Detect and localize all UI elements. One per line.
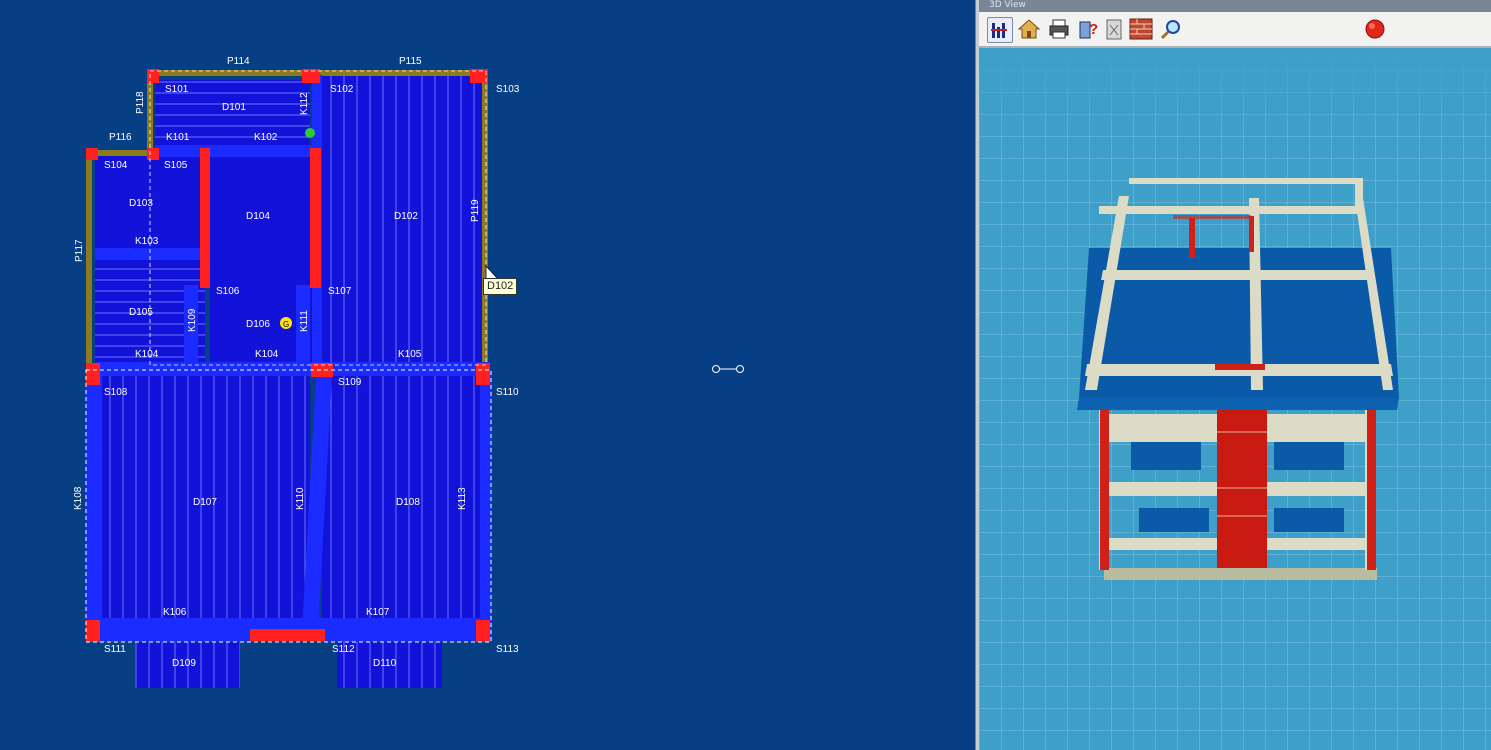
svg-text:S108: S108	[104, 387, 128, 398]
svg-text:K104: K104	[135, 349, 159, 360]
svg-text:K105: K105	[398, 349, 422, 360]
svg-text:S109: S109	[338, 377, 362, 388]
svg-text:G: G	[283, 320, 289, 329]
close-icon[interactable]	[1365, 19, 1385, 39]
home-icon[interactable]	[1017, 17, 1041, 41]
beam-k104[interactable]	[95, 362, 490, 376]
brick-wall-icon[interactable]	[1129, 17, 1153, 41]
svg-text:K106: K106	[163, 607, 187, 618]
svg-text:P119: P119	[470, 199, 481, 222]
svg-text:P116: P116	[109, 132, 132, 143]
green-marker-icon	[305, 128, 315, 138]
plan-view-icon[interactable]	[987, 17, 1013, 43]
column-s111[interactable]	[86, 620, 100, 642]
zoom-icon[interactable]	[1159, 17, 1183, 41]
column-s113[interactable]	[476, 620, 490, 642]
column-s108[interactable]	[86, 363, 100, 385]
svg-text:D101: D101	[222, 102, 246, 113]
svg-text:K103: K103	[135, 236, 159, 247]
checkbox-icon[interactable]	[1105, 17, 1123, 41]
svg-text:P117: P117	[74, 239, 85, 262]
svg-text:D110: D110	[373, 658, 397, 669]
svg-text:S104: S104	[104, 160, 128, 171]
floor-plan-drawing[interactable]: G P114 P115 P118 P116 P117 P119 K101 K10…	[0, 0, 975, 750]
svg-text:D105: D105	[129, 307, 153, 318]
column-s104[interactable]	[86, 148, 98, 160]
svg-text:S107: S107	[328, 286, 352, 297]
svg-text:S103: S103	[496, 84, 520, 95]
svg-text:S112: S112	[332, 644, 355, 655]
svg-text:S101: S101	[165, 84, 189, 95]
svg-text:K110: K110	[295, 487, 306, 510]
svg-text:S102: S102	[330, 84, 354, 95]
svg-text:P115: P115	[399, 56, 422, 67]
beam-k101[interactable]	[155, 145, 315, 157]
column-s107[interactable]	[310, 148, 321, 288]
svg-text:K111: K111	[299, 310, 310, 332]
beam-k113[interactable]	[480, 370, 492, 640]
svg-text:P118: P118	[135, 91, 146, 114]
column-s105[interactable]	[147, 148, 159, 160]
column-s112[interactable]	[250, 629, 325, 641]
printer-icon[interactable]	[1047, 17, 1071, 41]
svg-text:D102: D102	[394, 211, 418, 222]
svg-text:D106: D106	[246, 319, 270, 330]
slab-tooltip: D102	[483, 278, 518, 295]
svg-text:K104: K104	[255, 349, 279, 360]
svg-text:K112: K112	[299, 92, 310, 115]
svg-text:K101: K101	[166, 132, 190, 143]
wall-p117[interactable]	[86, 150, 92, 370]
svg-text:S111: S111	[104, 644, 126, 655]
svg-text:D108: D108	[396, 497, 420, 508]
svg-text:K102: K102	[254, 132, 278, 143]
wall-p118[interactable]	[147, 74, 153, 154]
3d-view-toolbar: ?	[979, 12, 1491, 48]
svg-text:K113: K113	[457, 487, 468, 510]
svg-text:D109: D109	[172, 658, 196, 669]
svg-text:D104: D104	[246, 211, 270, 222]
svg-text:D103: D103	[129, 198, 153, 209]
svg-text:?: ?	[1089, 21, 1098, 38]
column-s106[interactable]	[200, 148, 210, 288]
svg-text:P114: P114	[227, 56, 250, 67]
beam-k108[interactable]	[86, 370, 102, 640]
svg-text:S110: S110	[496, 387, 519, 398]
svg-text:S113: S113	[496, 644, 519, 655]
svg-text:D107: D107	[193, 497, 217, 508]
3d-model-viewport[interactable]	[979, 48, 1491, 750]
3d-view-panel[interactable]: 3D View ?	[979, 0, 1491, 750]
3d-view-titlebar[interactable]: 3D View	[979, 0, 1491, 12]
column-s110[interactable]	[476, 363, 490, 385]
svg-text:K107: K107	[366, 607, 390, 618]
svg-text:K108: K108	[73, 486, 84, 510]
svg-text:S105: S105	[164, 160, 188, 171]
wall-p119[interactable]	[482, 75, 488, 370]
pan-cursor-icon	[712, 365, 744, 373]
floor-plan-canvas[interactable]: G P114 P115 P118 P116 P117 P119 K101 K10…	[0, 0, 975, 750]
help-icon[interactable]: ?	[1077, 17, 1101, 41]
svg-text:S106: S106	[216, 286, 240, 297]
svg-text:K109: K109	[187, 308, 198, 332]
